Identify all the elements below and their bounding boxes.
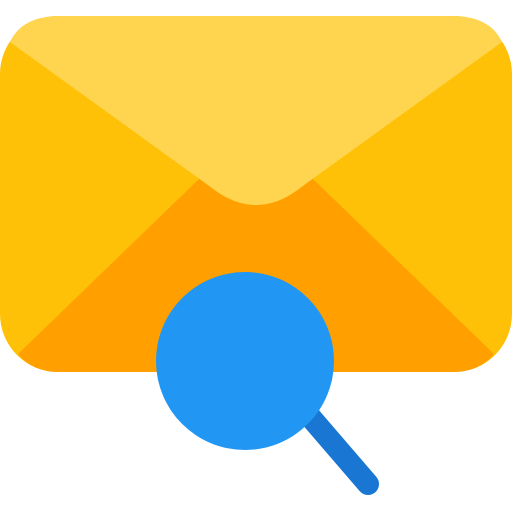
mail-search-icon — [0, 16, 512, 495]
icon-canvas — [0, 0, 512, 512]
magnifier-lens — [156, 272, 334, 450]
